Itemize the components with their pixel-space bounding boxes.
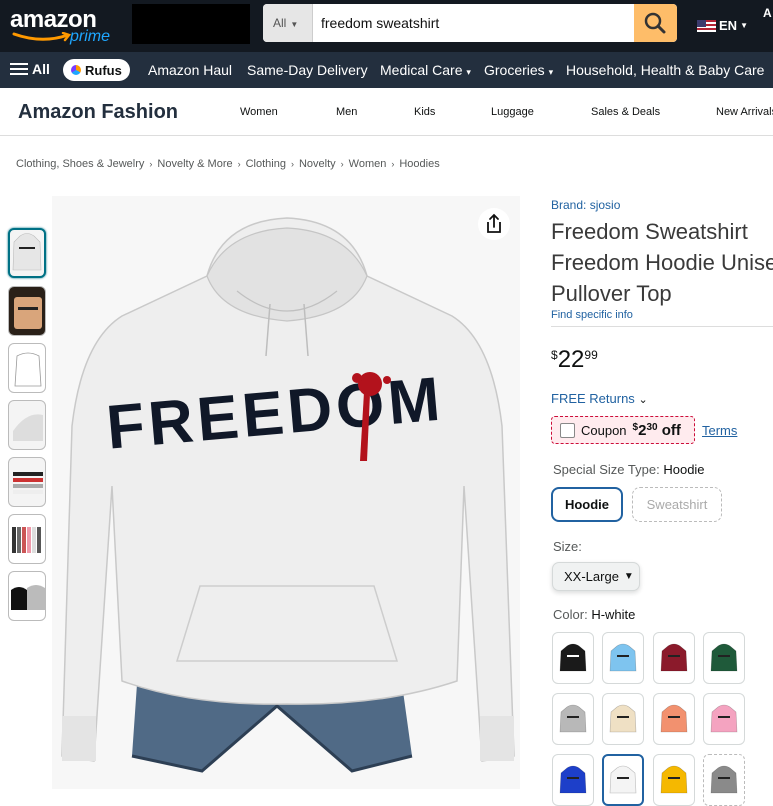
thumbnail-image[interactable] <box>8 457 46 507</box>
breadcrumb-link[interactable]: Clothing <box>246 158 286 170</box>
thumbnail-image[interactable] <box>8 228 46 278</box>
logo-prime: prime <box>70 28 111 45</box>
nav-item-groceries[interactable]: Groceries ▾ <box>484 62 553 78</box>
nav-item-same-day-delivery[interactable]: Same-Day Delivery <box>247 62 368 78</box>
chevron-right-icon: › <box>237 159 241 169</box>
breadcrumb-link[interactable]: Women <box>349 158 387 170</box>
coupon-box[interactable]: Coupon $230 off <box>551 416 695 444</box>
color-swatch[interactable] <box>653 632 695 684</box>
fashion-subnav: Amazon Fashion Women Men Kids Luggage Sa… <box>0 88 773 136</box>
search-button[interactable] <box>634 4 677 42</box>
fashion-tab-new-arrivals[interactable]: New Arrivals <box>716 106 773 118</box>
search-input[interactable] <box>313 4 635 42</box>
coupon-amount: $230 off <box>632 421 681 439</box>
fashion-tab-men[interactable]: Men <box>336 106 357 118</box>
color-swatch[interactable] <box>703 693 745 745</box>
product-info: Brand: sjosio Freedom Sweatshirt Freedom… <box>551 198 773 321</box>
chevron-down-icon: ▼ <box>290 20 299 29</box>
us-flag-icon <box>697 19 716 32</box>
breadcrumb-link[interactable]: Novelty & More <box>157 158 232 170</box>
coupon-terms-link[interactable]: Terms <box>702 423 737 438</box>
secondary-navigation: All Rufus Amazon Haul Same-Day Delivery … <box>0 52 773 88</box>
option-hoodie[interactable]: Hoodie <box>551 487 623 522</box>
fashion-tab-luggage[interactable]: Luggage <box>491 106 534 118</box>
language-selector[interactable]: EN ▼ <box>697 18 748 33</box>
fashion-brand-link[interactable]: Amazon Fashion <box>18 101 178 124</box>
color-swatch[interactable] <box>653 754 695 806</box>
fashion-tab-kids[interactable]: Kids <box>414 106 435 118</box>
chevron-right-icon: › <box>340 159 344 169</box>
free-returns-link[interactable]: FREE Returns ⌄ <box>551 391 648 406</box>
special-size-type-label: Special Size Type: Hoodie <box>553 462 705 477</box>
color-swatch[interactable] <box>552 754 594 806</box>
rufus-icon <box>71 65 81 75</box>
thumbnail-image[interactable] <box>8 343 46 393</box>
color-swatch[interactable] <box>552 693 594 745</box>
logo-smile-icon <box>12 32 72 42</box>
color-label: Color: H-white <box>553 607 636 622</box>
option-sweatshirt[interactable]: Sweatshirt <box>632 487 722 522</box>
redacted-location-block <box>132 4 250 44</box>
color-swatch[interactable] <box>602 632 644 684</box>
fashion-tab-women[interactable]: Women <box>240 106 278 118</box>
thumbnail-image[interactable] <box>8 400 46 450</box>
chevron-down-icon: ▾ <box>466 67 471 77</box>
thumbnail-image[interactable] <box>8 286 46 336</box>
color-swatch[interactable] <box>703 632 745 684</box>
color-swatch[interactable] <box>653 693 695 745</box>
chevron-right-icon: › <box>391 159 395 169</box>
share-button[interactable] <box>478 208 510 240</box>
color-swatch[interactable] <box>552 632 594 684</box>
size-label: Size: <box>553 539 582 554</box>
amazon-prime-logo[interactable]: amazon prime <box>8 4 120 48</box>
rufus-button[interactable]: Rufus <box>63 59 130 81</box>
breadcrumb: Clothing, Shoes & Jewelry › Novelty & More… <box>16 158 440 170</box>
search-bar: All ▼ <box>263 4 677 42</box>
nav-item-amazon-haul[interactable]: Amazon Haul <box>148 62 232 78</box>
chevron-down-icon: ⌄ <box>638 394 648 406</box>
top-navigation-bar: amazon prime All▼ EN▼ A <box>0 0 773 52</box>
share-icon <box>487 213 501 233</box>
main-product-image[interactable]: FREEDOM <box>52 196 520 789</box>
account-menu[interactable]: A <box>763 6 772 20</box>
product-title: Freedom Sweatshirt Freedom Hoodie Unisex… <box>551 219 773 306</box>
divider <box>551 326 773 327</box>
thumbnail-image[interactable] <box>8 571 46 621</box>
nav-item-household[interactable]: Household, Health & Baby Care <box>566 62 764 78</box>
chevron-down-icon: ▼ <box>623 571 634 582</box>
search-icon <box>644 12 666 34</box>
nav-item-medical-care[interactable]: Medical Care ▾ <box>380 62 471 78</box>
coupon-label: Coupon <box>581 422 627 438</box>
breadcrumb-link[interactable]: Novelty <box>299 158 336 170</box>
find-specific-info-link[interactable]: Find specific info <box>551 309 773 321</box>
coupon-checkbox[interactable] <box>560 422 575 438</box>
product-price: $2299 <box>551 346 598 373</box>
color-swatch[interactable] <box>602 754 644 806</box>
color-swatch[interactable] <box>703 754 745 806</box>
breadcrumb-link[interactable]: Hoodies <box>399 158 439 170</box>
thumbnail-image[interactable] <box>8 514 46 564</box>
chevron-down-icon: ▾ <box>548 67 554 77</box>
chevron-right-icon: › <box>290 159 294 169</box>
chevron-right-icon: › <box>149 159 153 169</box>
size-dropdown[interactable]: XX-Large ▼ <box>552 562 640 591</box>
breadcrumb-link[interactable]: Clothing, Shoes & Jewelry <box>16 158 144 170</box>
fashion-tab-sales-deals[interactable]: Sales & Deals <box>591 106 660 118</box>
search-category-select[interactable]: All ▼ <box>263 4 313 42</box>
hamburger-icon <box>10 63 28 75</box>
brand-link[interactable]: Brand: sjosio <box>551 198 773 212</box>
color-swatch[interactable] <box>602 693 644 745</box>
all-menu-button[interactable]: All <box>10 61 50 77</box>
